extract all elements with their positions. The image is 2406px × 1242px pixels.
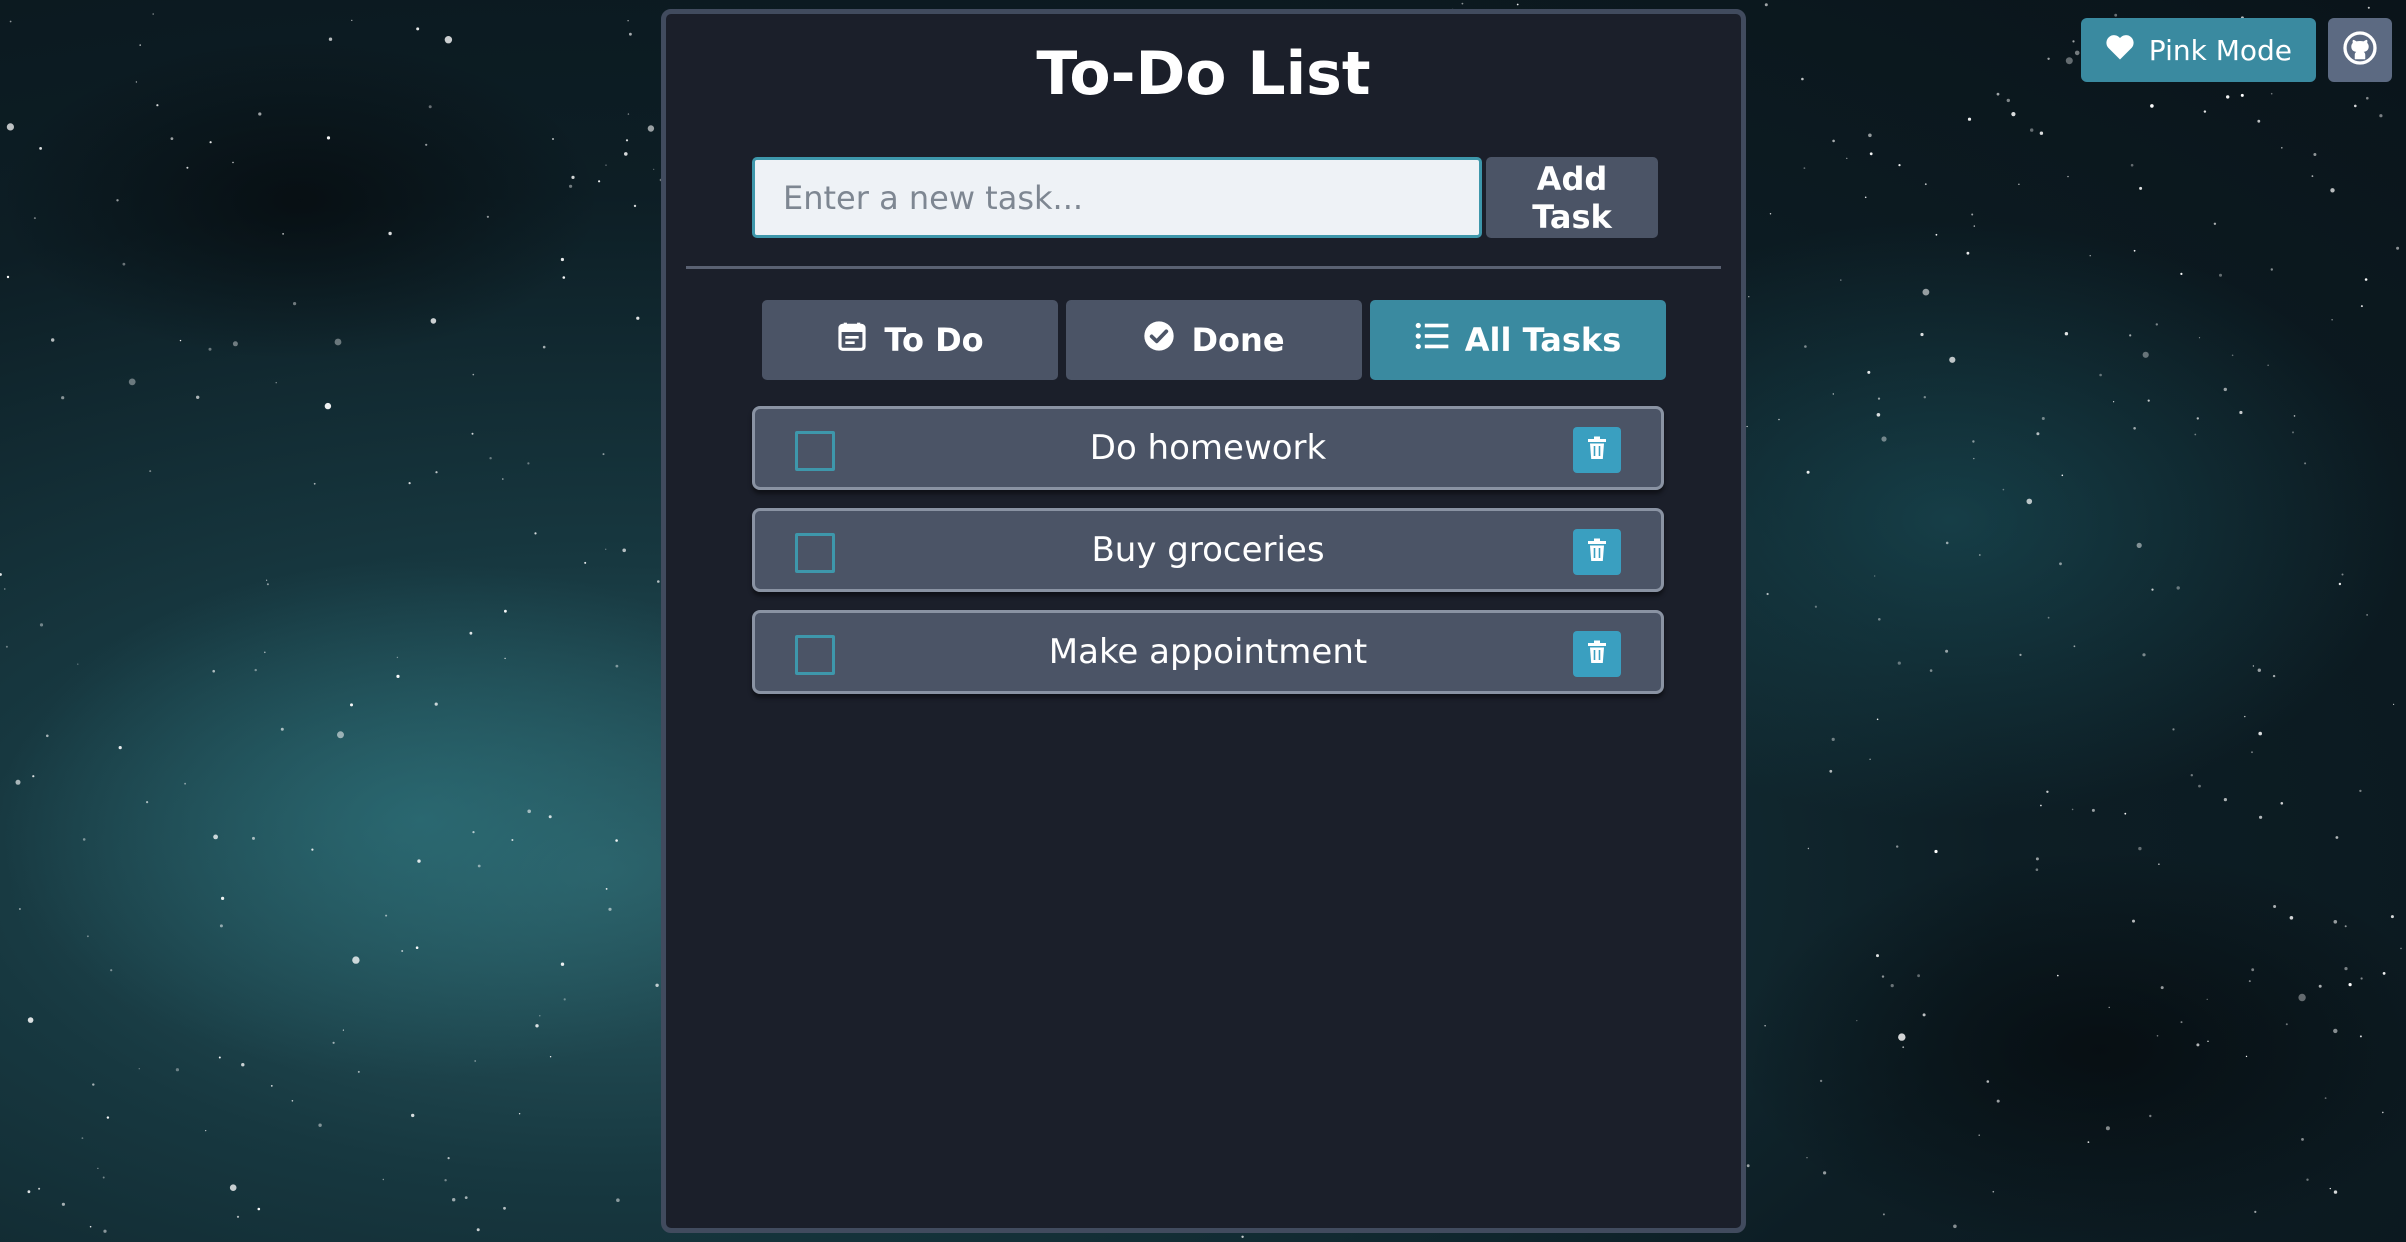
github-icon — [2342, 30, 2378, 70]
filter-done-label: Done — [1191, 321, 1285, 359]
trash-icon — [1587, 640, 1607, 668]
filter-tabs: To Do Done All Tasks — [762, 300, 1666, 380]
top-actions: Pink Mode — [2080, 18, 2392, 82]
task-item: Make appointment — [752, 610, 1664, 694]
delete-task-button[interactable] — [1573, 631, 1621, 677]
filter-todo-button[interactable]: To Do — [762, 300, 1058, 380]
task-label: Make appointment — [1048, 632, 1368, 672]
delete-task-button[interactable] — [1573, 427, 1621, 473]
trash-icon — [1587, 436, 1607, 464]
add-task-button[interactable]: Add Task — [1486, 157, 1658, 238]
list-icon — [1415, 321, 1449, 359]
filter-all-tasks-button[interactable]: All Tasks — [1370, 300, 1666, 380]
divider — [686, 266, 1721, 269]
new-task-form: Add Task — [752, 157, 1658, 238]
filter-done-button[interactable]: Done — [1066, 300, 1362, 380]
filter-all-tasks-label: All Tasks — [1464, 321, 1622, 359]
delete-task-button[interactable] — [1573, 529, 1621, 575]
trash-icon — [1587, 538, 1607, 566]
task-checkbox[interactable] — [795, 533, 835, 573]
page-title: To-Do List — [1036, 39, 1371, 109]
new-task-input[interactable] — [752, 157, 1482, 238]
filter-todo-label: To Do — [884, 321, 984, 359]
github-button[interactable] — [2328, 18, 2392, 82]
calendar-icon — [836, 320, 868, 360]
task-checkbox[interactable] — [795, 431, 835, 471]
task-checkbox[interactable] — [795, 635, 835, 675]
task-item: Do homework — [752, 406, 1664, 490]
task-label: Do homework — [1089, 428, 1327, 468]
task-list: Do homework Buy groceries Make appointme… — [752, 406, 1664, 712]
heart-icon — [2105, 33, 2135, 68]
task-label: Buy groceries — [1091, 530, 1325, 570]
pink-mode-button[interactable]: Pink Mode — [2080, 18, 2316, 82]
task-item: Buy groceries — [752, 508, 1664, 592]
todo-panel: To-Do List Add Task To Do — [661, 9, 1746, 1233]
pink-mode-label: Pink Mode — [2148, 33, 2292, 67]
check-circle-icon — [1143, 320, 1175, 360]
